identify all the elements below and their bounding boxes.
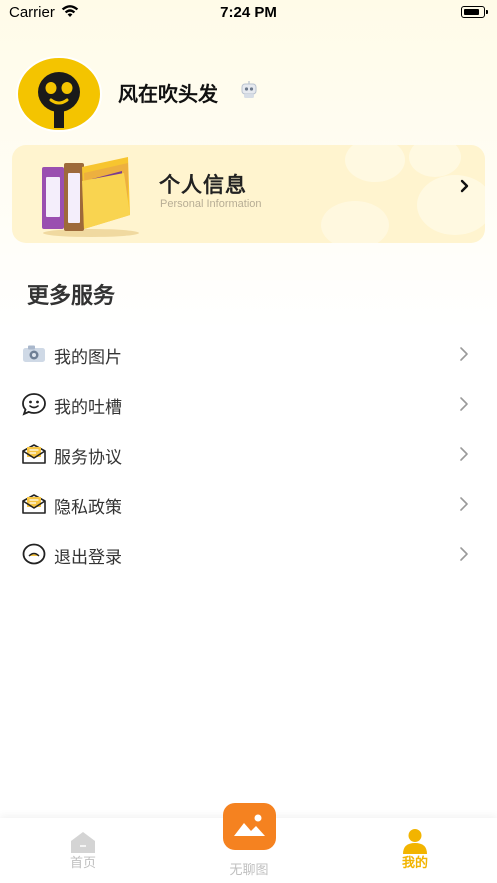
menu-label: 我的图片 [54, 348, 122, 368]
chevron-right-icon [460, 397, 468, 411]
tab-label: 无聊图 [229, 863, 269, 878]
menu-item-my-pictures[interactable]: 我的图片 [0, 329, 497, 379]
tab-label: 首页 [69, 856, 96, 871]
person-icon [403, 829, 427, 854]
logout-face-icon [22, 543, 46, 565]
envelope-doc-icon [22, 444, 46, 464]
robot-badge-icon [241, 81, 257, 98]
personal-info-subtitle: Personal Information [160, 198, 262, 210]
chevron-right-icon [460, 547, 468, 561]
chevron-right-icon [460, 179, 469, 193]
home-icon [71, 832, 95, 853]
section-title-more-services: 更多服务 [27, 284, 116, 309]
chevron-right-icon [460, 447, 468, 461]
menu-item-logout[interactable]: 退出登录 [0, 529, 497, 579]
card-decor-pattern [321, 145, 485, 243]
clock: 7:24 PM [220, 4, 277, 21]
menu-label: 退出登录 [54, 548, 122, 568]
personal-info-card[interactable]: 个人信息 Personal Information [12, 145, 485, 243]
face-avatar-icon[interactable] [16, 56, 102, 132]
books-icon [42, 157, 139, 237]
chevron-right-icon [460, 497, 468, 511]
envelope-doc-icon [22, 494, 46, 514]
chevron-right-icon [460, 347, 468, 361]
status-bar: Carrier 7:24 PM [0, 0, 497, 26]
camera-icon [23, 345, 45, 362]
menu-label: 隐私政策 [54, 498, 122, 518]
chat-face-icon [22, 393, 46, 416]
menu-item-privacy-policy[interactable]: 隐私政策 [0, 479, 497, 529]
battery-icon [461, 6, 488, 18]
image-glyph [234, 814, 265, 836]
menu-label: 我的吐槽 [54, 398, 122, 418]
image-icon[interactable] [223, 803, 276, 850]
username: 风在吹头发 [118, 82, 218, 106]
menu-label: 服务协议 [54, 448, 122, 468]
menu-item-service-agreement[interactable]: 服务协议 [0, 429, 497, 479]
personal-info-title: 个人信息 [159, 173, 247, 197]
menu-item-my-complaints[interactable]: 我的吐槽 [0, 379, 497, 429]
